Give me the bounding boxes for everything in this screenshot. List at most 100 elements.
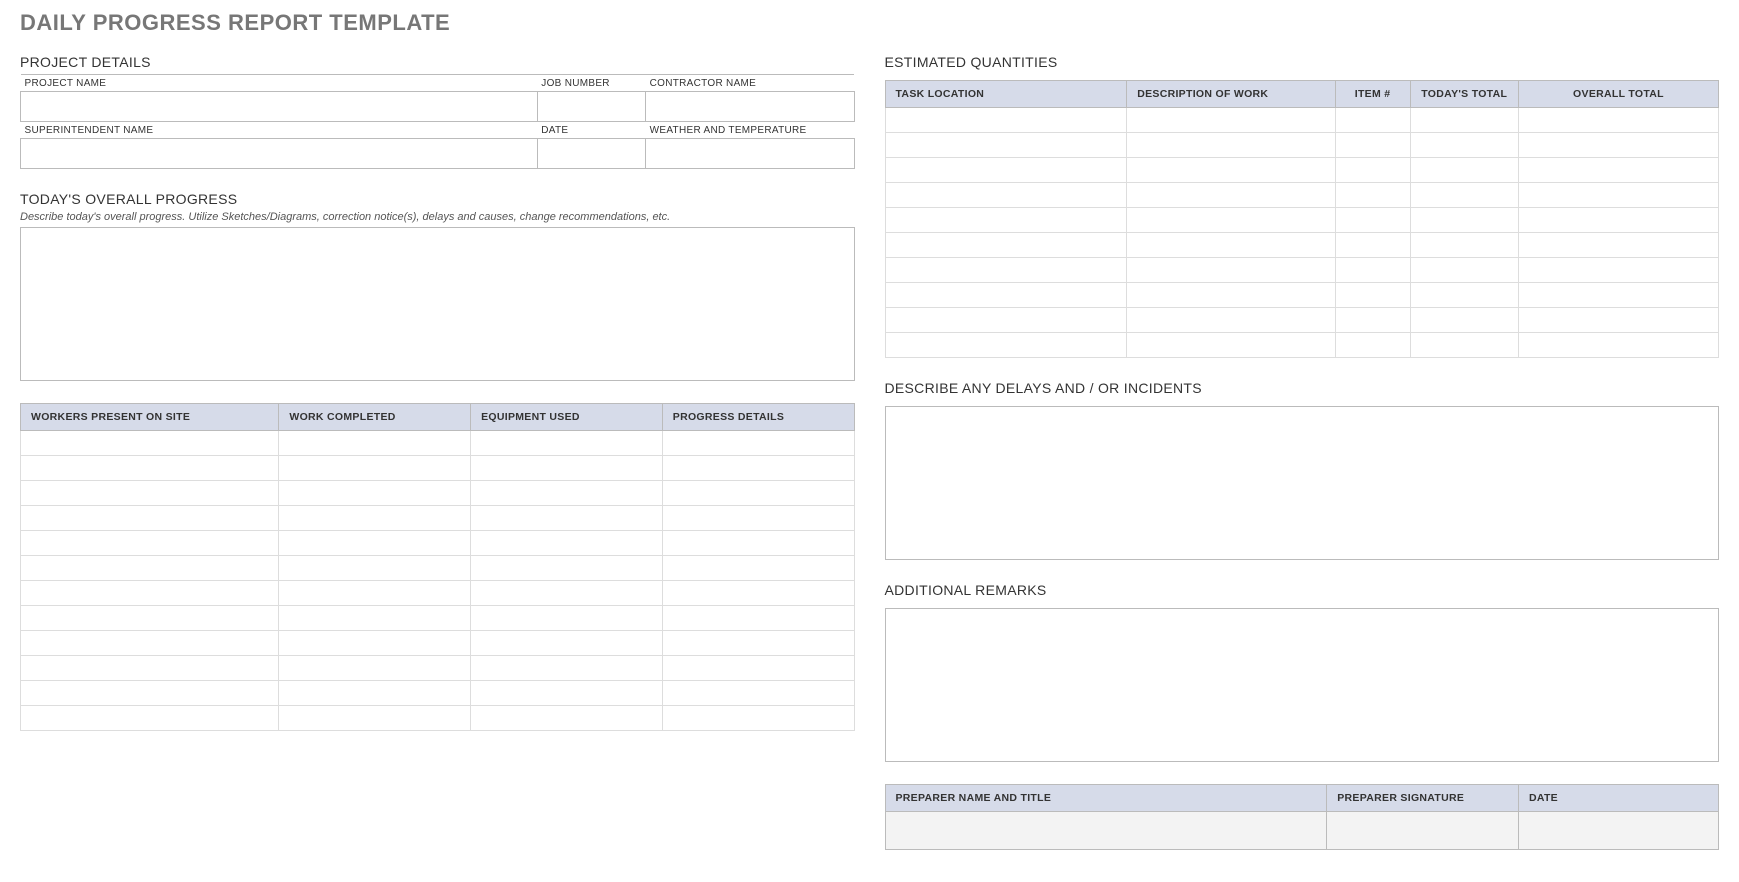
table-cell[interactable] bbox=[1335, 208, 1410, 233]
table-cell[interactable] bbox=[662, 556, 854, 581]
table-cell[interactable] bbox=[1410, 133, 1518, 158]
table-cell[interactable] bbox=[1335, 108, 1410, 133]
table-cell[interactable] bbox=[1335, 283, 1410, 308]
table-cell[interactable] bbox=[1127, 308, 1335, 333]
table-cell[interactable] bbox=[1518, 333, 1718, 358]
table-cell[interactable] bbox=[471, 531, 663, 556]
table-cell[interactable] bbox=[21, 656, 279, 681]
table-cell[interactable] bbox=[1127, 108, 1335, 133]
table-cell[interactable] bbox=[1335, 308, 1410, 333]
table-cell[interactable] bbox=[21, 431, 279, 456]
table-cell[interactable] bbox=[21, 581, 279, 606]
table-cell[interactable] bbox=[21, 706, 279, 731]
table-cell[interactable] bbox=[471, 581, 663, 606]
table-cell[interactable] bbox=[1335, 333, 1410, 358]
table-cell[interactable] bbox=[21, 531, 279, 556]
table-cell[interactable] bbox=[1127, 258, 1335, 283]
overall-progress-field[interactable] bbox=[20, 227, 855, 381]
table-cell[interactable] bbox=[1335, 158, 1410, 183]
table-cell[interactable] bbox=[662, 706, 854, 731]
table-cell[interactable] bbox=[662, 481, 854, 506]
table-cell[interactable] bbox=[1410, 208, 1518, 233]
table-cell[interactable] bbox=[471, 706, 663, 731]
delays-field[interactable] bbox=[885, 406, 1720, 560]
table-cell[interactable] bbox=[1518, 208, 1718, 233]
table-cell[interactable] bbox=[885, 208, 1127, 233]
table-cell[interactable] bbox=[471, 481, 663, 506]
table-cell[interactable] bbox=[279, 706, 471, 731]
table-cell[interactable] bbox=[279, 656, 471, 681]
preparer-signature-field[interactable] bbox=[1327, 812, 1519, 850]
table-cell[interactable] bbox=[1127, 233, 1335, 258]
table-cell[interactable] bbox=[1410, 333, 1518, 358]
table-cell[interactable] bbox=[885, 308, 1127, 333]
table-cell[interactable] bbox=[279, 606, 471, 631]
table-cell[interactable] bbox=[21, 481, 279, 506]
table-cell[interactable] bbox=[21, 606, 279, 631]
table-cell[interactable] bbox=[662, 581, 854, 606]
table-cell[interactable] bbox=[885, 158, 1127, 183]
preparer-name-field[interactable] bbox=[885, 812, 1327, 850]
table-cell[interactable] bbox=[1335, 258, 1410, 283]
table-cell[interactable] bbox=[279, 556, 471, 581]
table-cell[interactable] bbox=[1410, 308, 1518, 333]
table-cell[interactable] bbox=[279, 481, 471, 506]
table-cell[interactable] bbox=[1518, 133, 1718, 158]
table-cell[interactable] bbox=[1518, 308, 1718, 333]
table-cell[interactable] bbox=[1127, 283, 1335, 308]
table-cell[interactable] bbox=[471, 506, 663, 531]
table-cell[interactable] bbox=[1335, 133, 1410, 158]
table-cell[interactable] bbox=[1518, 258, 1718, 283]
table-cell[interactable] bbox=[885, 108, 1127, 133]
table-cell[interactable] bbox=[885, 183, 1127, 208]
table-cell[interactable] bbox=[662, 681, 854, 706]
table-cell[interactable] bbox=[1127, 158, 1335, 183]
table-cell[interactable] bbox=[1518, 108, 1718, 133]
table-cell[interactable] bbox=[1410, 108, 1518, 133]
table-cell[interactable] bbox=[279, 581, 471, 606]
table-cell[interactable] bbox=[885, 233, 1127, 258]
table-cell[interactable] bbox=[885, 258, 1127, 283]
table-cell[interactable] bbox=[471, 456, 663, 481]
table-cell[interactable] bbox=[1518, 183, 1718, 208]
table-cell[interactable] bbox=[279, 681, 471, 706]
table-cell[interactable] bbox=[471, 556, 663, 581]
project-name-field[interactable] bbox=[21, 92, 538, 122]
date-field[interactable] bbox=[537, 139, 645, 169]
table-cell[interactable] bbox=[471, 606, 663, 631]
signoff-date-field[interactable] bbox=[1518, 812, 1718, 850]
weather-field[interactable] bbox=[646, 139, 854, 169]
table-cell[interactable] bbox=[1127, 133, 1335, 158]
table-cell[interactable] bbox=[662, 456, 854, 481]
table-cell[interactable] bbox=[885, 133, 1127, 158]
table-cell[interactable] bbox=[1335, 183, 1410, 208]
table-cell[interactable] bbox=[279, 506, 471, 531]
remarks-field[interactable] bbox=[885, 608, 1720, 762]
table-cell[interactable] bbox=[471, 431, 663, 456]
table-cell[interactable] bbox=[885, 333, 1127, 358]
table-cell[interactable] bbox=[471, 681, 663, 706]
table-cell[interactable] bbox=[885, 283, 1127, 308]
table-cell[interactable] bbox=[279, 531, 471, 556]
table-cell[interactable] bbox=[21, 556, 279, 581]
table-cell[interactable] bbox=[279, 431, 471, 456]
table-cell[interactable] bbox=[662, 656, 854, 681]
table-cell[interactable] bbox=[471, 631, 663, 656]
contractor-name-field[interactable] bbox=[646, 92, 854, 122]
table-cell[interactable] bbox=[662, 631, 854, 656]
job-number-field[interactable] bbox=[537, 92, 645, 122]
table-cell[interactable] bbox=[21, 681, 279, 706]
table-cell[interactable] bbox=[1127, 208, 1335, 233]
table-cell[interactable] bbox=[1518, 233, 1718, 258]
table-cell[interactable] bbox=[21, 456, 279, 481]
table-cell[interactable] bbox=[1518, 283, 1718, 308]
table-cell[interactable] bbox=[21, 506, 279, 531]
table-cell[interactable] bbox=[1518, 158, 1718, 183]
table-cell[interactable] bbox=[1410, 258, 1518, 283]
table-cell[interactable] bbox=[662, 431, 854, 456]
table-cell[interactable] bbox=[1410, 233, 1518, 258]
table-cell[interactable] bbox=[662, 531, 854, 556]
table-cell[interactable] bbox=[21, 631, 279, 656]
table-cell[interactable] bbox=[662, 606, 854, 631]
table-cell[interactable] bbox=[1410, 283, 1518, 308]
